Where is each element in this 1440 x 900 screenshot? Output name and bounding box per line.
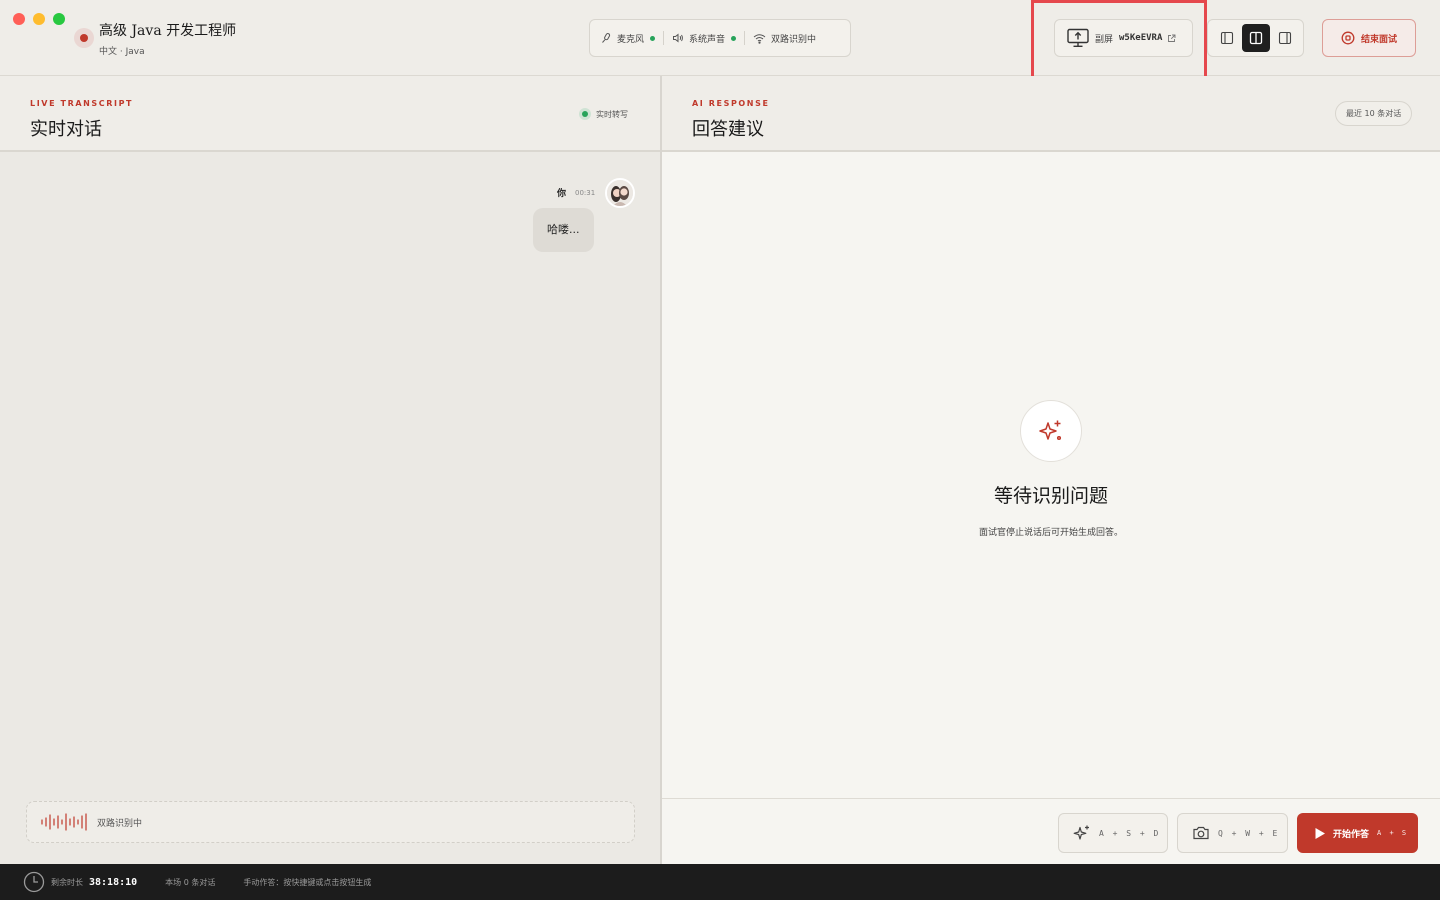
stop-circle-icon <box>1341 31 1355 45</box>
sparkle-icon <box>1039 420 1062 441</box>
layout-split-button[interactable] <box>1241 24 1270 52</box>
window-zoom-button[interactable] <box>53 13 65 25</box>
dual-recognition-label: 双路识别中 <box>771 34 817 45</box>
system-audio-status[interactable]: 系统声音 <box>672 32 737 45</box>
screen-share-icon <box>1067 28 1089 47</box>
conversation-count: 本场 0 条对话 <box>165 877 216 887</box>
avatar <box>605 178 635 208</box>
transcript-header: LIVE TRANSCRIPT 实时对话 实时转写 <box>0 76 660 152</box>
response-eyebrow: AI RESPONSE <box>692 99 770 108</box>
camera-icon <box>1193 826 1209 840</box>
live-transcription-status: 实时转写 <box>579 108 628 120</box>
system-audio-status-dot <box>731 35 737 41</box>
end-interview-label: 结束面试 <box>1360 34 1397 45</box>
recent-conversations-badge[interactable]: 最近 10 条对话 <box>1335 101 1413 126</box>
live-status-dot <box>579 108 591 120</box>
window-close-button[interactable] <box>13 13 25 25</box>
status-footer: 剩余时长 38:18:10 本场 0 条对话 手动作答：按快捷键或点击按钮生成 <box>0 864 1440 900</box>
title-bar: 高级 Java 开发工程师 中文 · Java 麦克风 系统声音 双路识别中 副… <box>0 0 1440 101</box>
layout-toggle-group <box>1207 19 1304 57</box>
divider <box>744 31 746 45</box>
transcript-eyebrow: LIVE TRANSCRIPT <box>30 99 134 108</box>
ai-generate-shortcut: A + S + D <box>1099 828 1161 838</box>
response-action-bar: A + S + D Q + W + E 开始作答 A + S <box>662 798 1440 864</box>
start-answer-button[interactable]: 开始作答 A + S <box>1297 813 1418 853</box>
message-bubble: 哈喽... <box>533 208 594 252</box>
layout-left-sidebar-button[interactable] <box>1213 24 1241 52</box>
external-link-icon <box>1168 34 1176 42</box>
mic-status[interactable]: 麦克风 <box>600 32 656 45</box>
waveform-icon <box>41 813 87 831</box>
ai-generate-button[interactable]: A + S + D <box>1058 813 1168 853</box>
play-icon <box>1315 827 1325 839</box>
message-header: 你 00:31 <box>557 186 596 200</box>
divider <box>663 31 665 45</box>
mic-status-dot <box>650 35 656 41</box>
response-header: AI RESPONSE 回答建议 最近 10 条对话 <box>662 76 1440 152</box>
secondary-screen-code: w5KeEVRA <box>1119 33 1163 43</box>
screenshot-button[interactable]: Q + W + E <box>1177 813 1288 853</box>
system-audio-label: 系统声音 <box>689 34 726 45</box>
recording-indicator-icon <box>74 28 94 48</box>
layout-right-sidebar-button[interactable] <box>1271 24 1299 52</box>
listening-label: 双路识别中 <box>97 818 143 829</box>
columns-icon <box>1249 31 1262 45</box>
audio-status-group: 麦克风 系统声音 双路识别中 <box>589 19 851 57</box>
interview-subtitle: 中文 · Java <box>99 47 145 57</box>
sidebar-right-icon <box>1278 31 1291 45</box>
dual-recognition-status: 双路识别中 <box>753 32 816 45</box>
response-title: 回答建议 <box>692 119 764 140</box>
start-answer-label: 开始作答 <box>1333 829 1370 840</box>
secondary-screen-button[interactable]: 副屏 w5KeEVRA <box>1054 19 1193 57</box>
sparkle-icon <box>1073 825 1089 840</box>
microphone-icon <box>602 33 611 43</box>
transcript-panel: LIVE TRANSCRIPT 实时对话 实时转写 你 00:31 哈喽... … <box>0 76 662 864</box>
listening-indicator: 双路识别中 <box>26 801 635 843</box>
message-speaker: 你 <box>557 189 567 199</box>
secondary-screen-label: 副屏 <box>1095 34 1114 45</box>
empty-state-title: 等待识别问题 <box>993 485 1108 507</box>
wifi-icon <box>753 33 766 44</box>
transcript-title: 实时对话 <box>30 119 102 140</box>
interview-title: 高级 Java 开发工程师 <box>99 23 237 39</box>
empty-state-icon-wrapper <box>1020 400 1082 462</box>
user-avatar-icon <box>607 180 633 206</box>
window-minimize-button[interactable] <box>33 13 45 25</box>
remaining-time-label: 剩余时长 <box>51 877 83 887</box>
message-time: 00:31 <box>575 188 596 197</box>
remaining-time-value: 38:18:10 <box>89 876 138 888</box>
start-answer-shortcut: A + S <box>1377 829 1409 837</box>
manual-answer-hint: 手动作答：按快捷键或点击按钮生成 <box>243 877 372 887</box>
mic-label: 麦克风 <box>617 34 645 45</box>
screenshot-shortcut: Q + W + E <box>1218 828 1280 838</box>
speaker-icon <box>673 33 683 43</box>
response-panel: AI RESPONSE 回答建议 最近 10 条对话 等待识别问题 面试官停止说… <box>662 76 1440 864</box>
empty-state-subtitle: 面试官停止说话后可开始生成回答。 <box>978 528 1123 538</box>
sidebar-left-icon <box>1220 31 1233 45</box>
live-status-label: 实时转写 <box>596 109 628 119</box>
clock-icon <box>23 871 45 893</box>
end-interview-button[interactable]: 结束面试 <box>1322 19 1416 57</box>
